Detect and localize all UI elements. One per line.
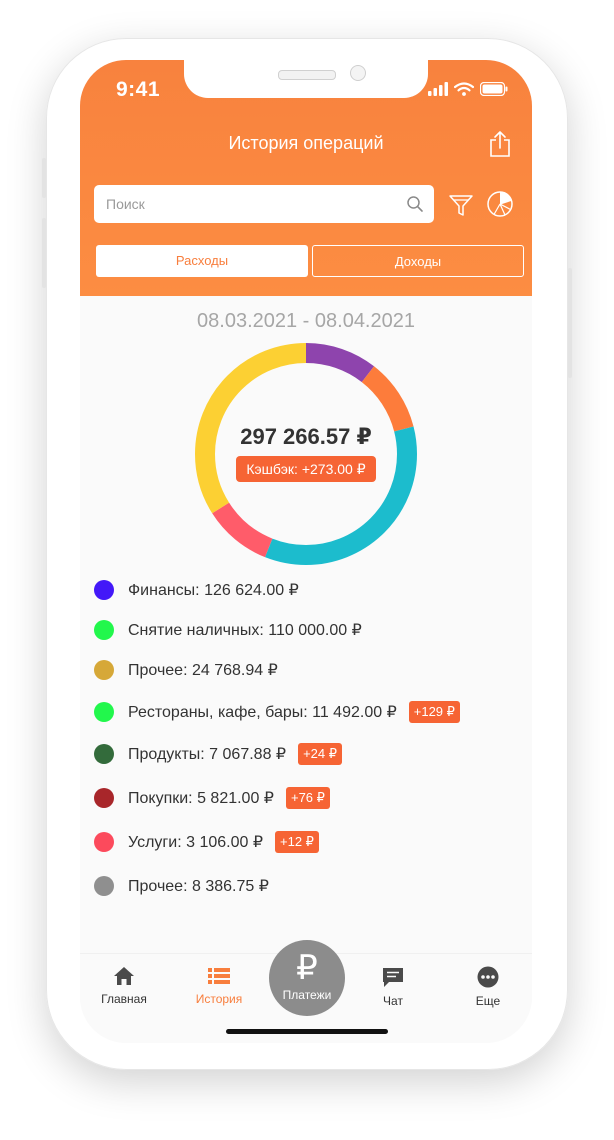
donut-chart (195, 343, 417, 565)
phone-screen: 9:41 История операций Поиск Расходы Дохо… (80, 60, 532, 1043)
tab-bar: Расходы Доходы (96, 245, 524, 277)
speaker (278, 70, 336, 80)
tab-expenses[interactable]: Расходы (96, 245, 308, 277)
nav-chat[interactable]: Чат (353, 966, 433, 1008)
category-label: Снятие наличных: 110 000.00 ₽ (128, 622, 362, 639)
nav-label: Еще (475, 994, 501, 1008)
search-input[interactable] (94, 185, 394, 223)
category-label: Финансы: 126 624.00 ₽ (128, 582, 299, 599)
category-color-dot (94, 876, 114, 896)
notch (184, 60, 428, 98)
cashback-badge: +129 ₽ (408, 701, 460, 723)
legend-item[interactable]: Прочее: 24 768.94 ₽ (94, 656, 278, 684)
more-icon (477, 966, 499, 988)
power-button (568, 268, 572, 378)
cashback-badge: +24 ₽ (298, 743, 343, 765)
payments-label: Платежи (282, 988, 332, 1002)
battery-icon (480, 82, 508, 96)
tab-income[interactable]: Доходы (312, 245, 524, 277)
category-label: Прочее: 24 768.94 ₽ (128, 662, 278, 679)
total-amount: 297 266.57 ₽ (240, 424, 372, 449)
nav-history[interactable]: История (179, 966, 259, 1006)
category-color-dot (94, 702, 114, 722)
nav-home[interactable]: Главная (84, 966, 164, 1006)
volume-button (42, 158, 46, 198)
status-icons (428, 82, 508, 96)
volume-button (42, 218, 46, 288)
search-box (94, 185, 434, 223)
nav-label: История (195, 992, 243, 1006)
page-title: История операций (228, 133, 384, 153)
filter-button[interactable] (448, 192, 474, 218)
legend-item[interactable]: Услуги: 3 106.00 ₽ +12 ₽ (94, 828, 319, 856)
share-button[interactable] (488, 130, 512, 158)
share-icon (490, 131, 510, 157)
payments-button[interactable]: ₽ Платежи (269, 940, 345, 1016)
home-icon (114, 967, 134, 985)
category-color-dot (94, 788, 114, 808)
category-color-dot (94, 744, 114, 764)
cashback-badge: +76 ₽ (285, 787, 330, 809)
date-range[interactable]: 08.03.2021 - 08.04.2021 (80, 310, 532, 333)
legend-item[interactable]: Рестораны, кафе, бары: 11 492.00 ₽ +129 … (94, 698, 460, 726)
category-color-dot (94, 580, 114, 600)
legend-item[interactable]: Снятие наличных: 110 000.00 ₽ (94, 616, 362, 644)
front-camera (350, 65, 366, 81)
category-label: Услуги: 3 106.00 ₽ (128, 834, 263, 851)
category-legend: Финансы: 126 624.00 ₽ Снятие наличных: 1… (94, 576, 524, 906)
wifi-icon (454, 82, 474, 96)
category-color-dot (94, 660, 114, 680)
chart-toggle-button[interactable] (486, 190, 514, 218)
legend-item[interactable]: Прочее: 8 386.75 ₽ (94, 872, 269, 900)
legend-item[interactable]: Финансы: 126 624.00 ₽ (94, 576, 299, 604)
category-color-dot (94, 620, 114, 640)
list-icon (208, 968, 230, 984)
funnel-icon (449, 195, 473, 216)
legend-item[interactable]: Покупки: 5 821.00 ₽ +76 ₽ (94, 784, 330, 812)
nav-more[interactable]: Еще (448, 966, 528, 1008)
cashback-badge: +12 ₽ (275, 831, 319, 853)
status-time: 9:41 (116, 78, 161, 101)
category-label: Прочее: 8 386.75 ₽ (128, 878, 269, 895)
category-label: Покупки: 5 821.00 ₽ (128, 790, 274, 807)
home-indicator[interactable] (226, 1029, 388, 1034)
category-label: Продукты: 7 067.88 ₽ (128, 746, 287, 763)
signal-icon (428, 82, 448, 96)
chat-icon (383, 968, 403, 987)
nav-label: Главная (101, 992, 147, 1006)
legend-item[interactable]: Продукты: 7 067.88 ₽ +24 ₽ (94, 740, 343, 768)
cashback-badge: Кэшбэк: +273.00 ₽ (236, 456, 376, 482)
app-header: 9:41 История операций Поиск Расходы Дохо… (80, 60, 532, 296)
ruble-icon: ₽ (296, 949, 318, 987)
category-label: Рестораны, кафе, бары: 11 492.00 ₽ (128, 704, 397, 721)
nav-label: Чат (383, 994, 403, 1008)
category-color-dot (94, 832, 114, 852)
pie-chart-icon (487, 191, 513, 217)
search-icon[interactable] (406, 195, 424, 213)
